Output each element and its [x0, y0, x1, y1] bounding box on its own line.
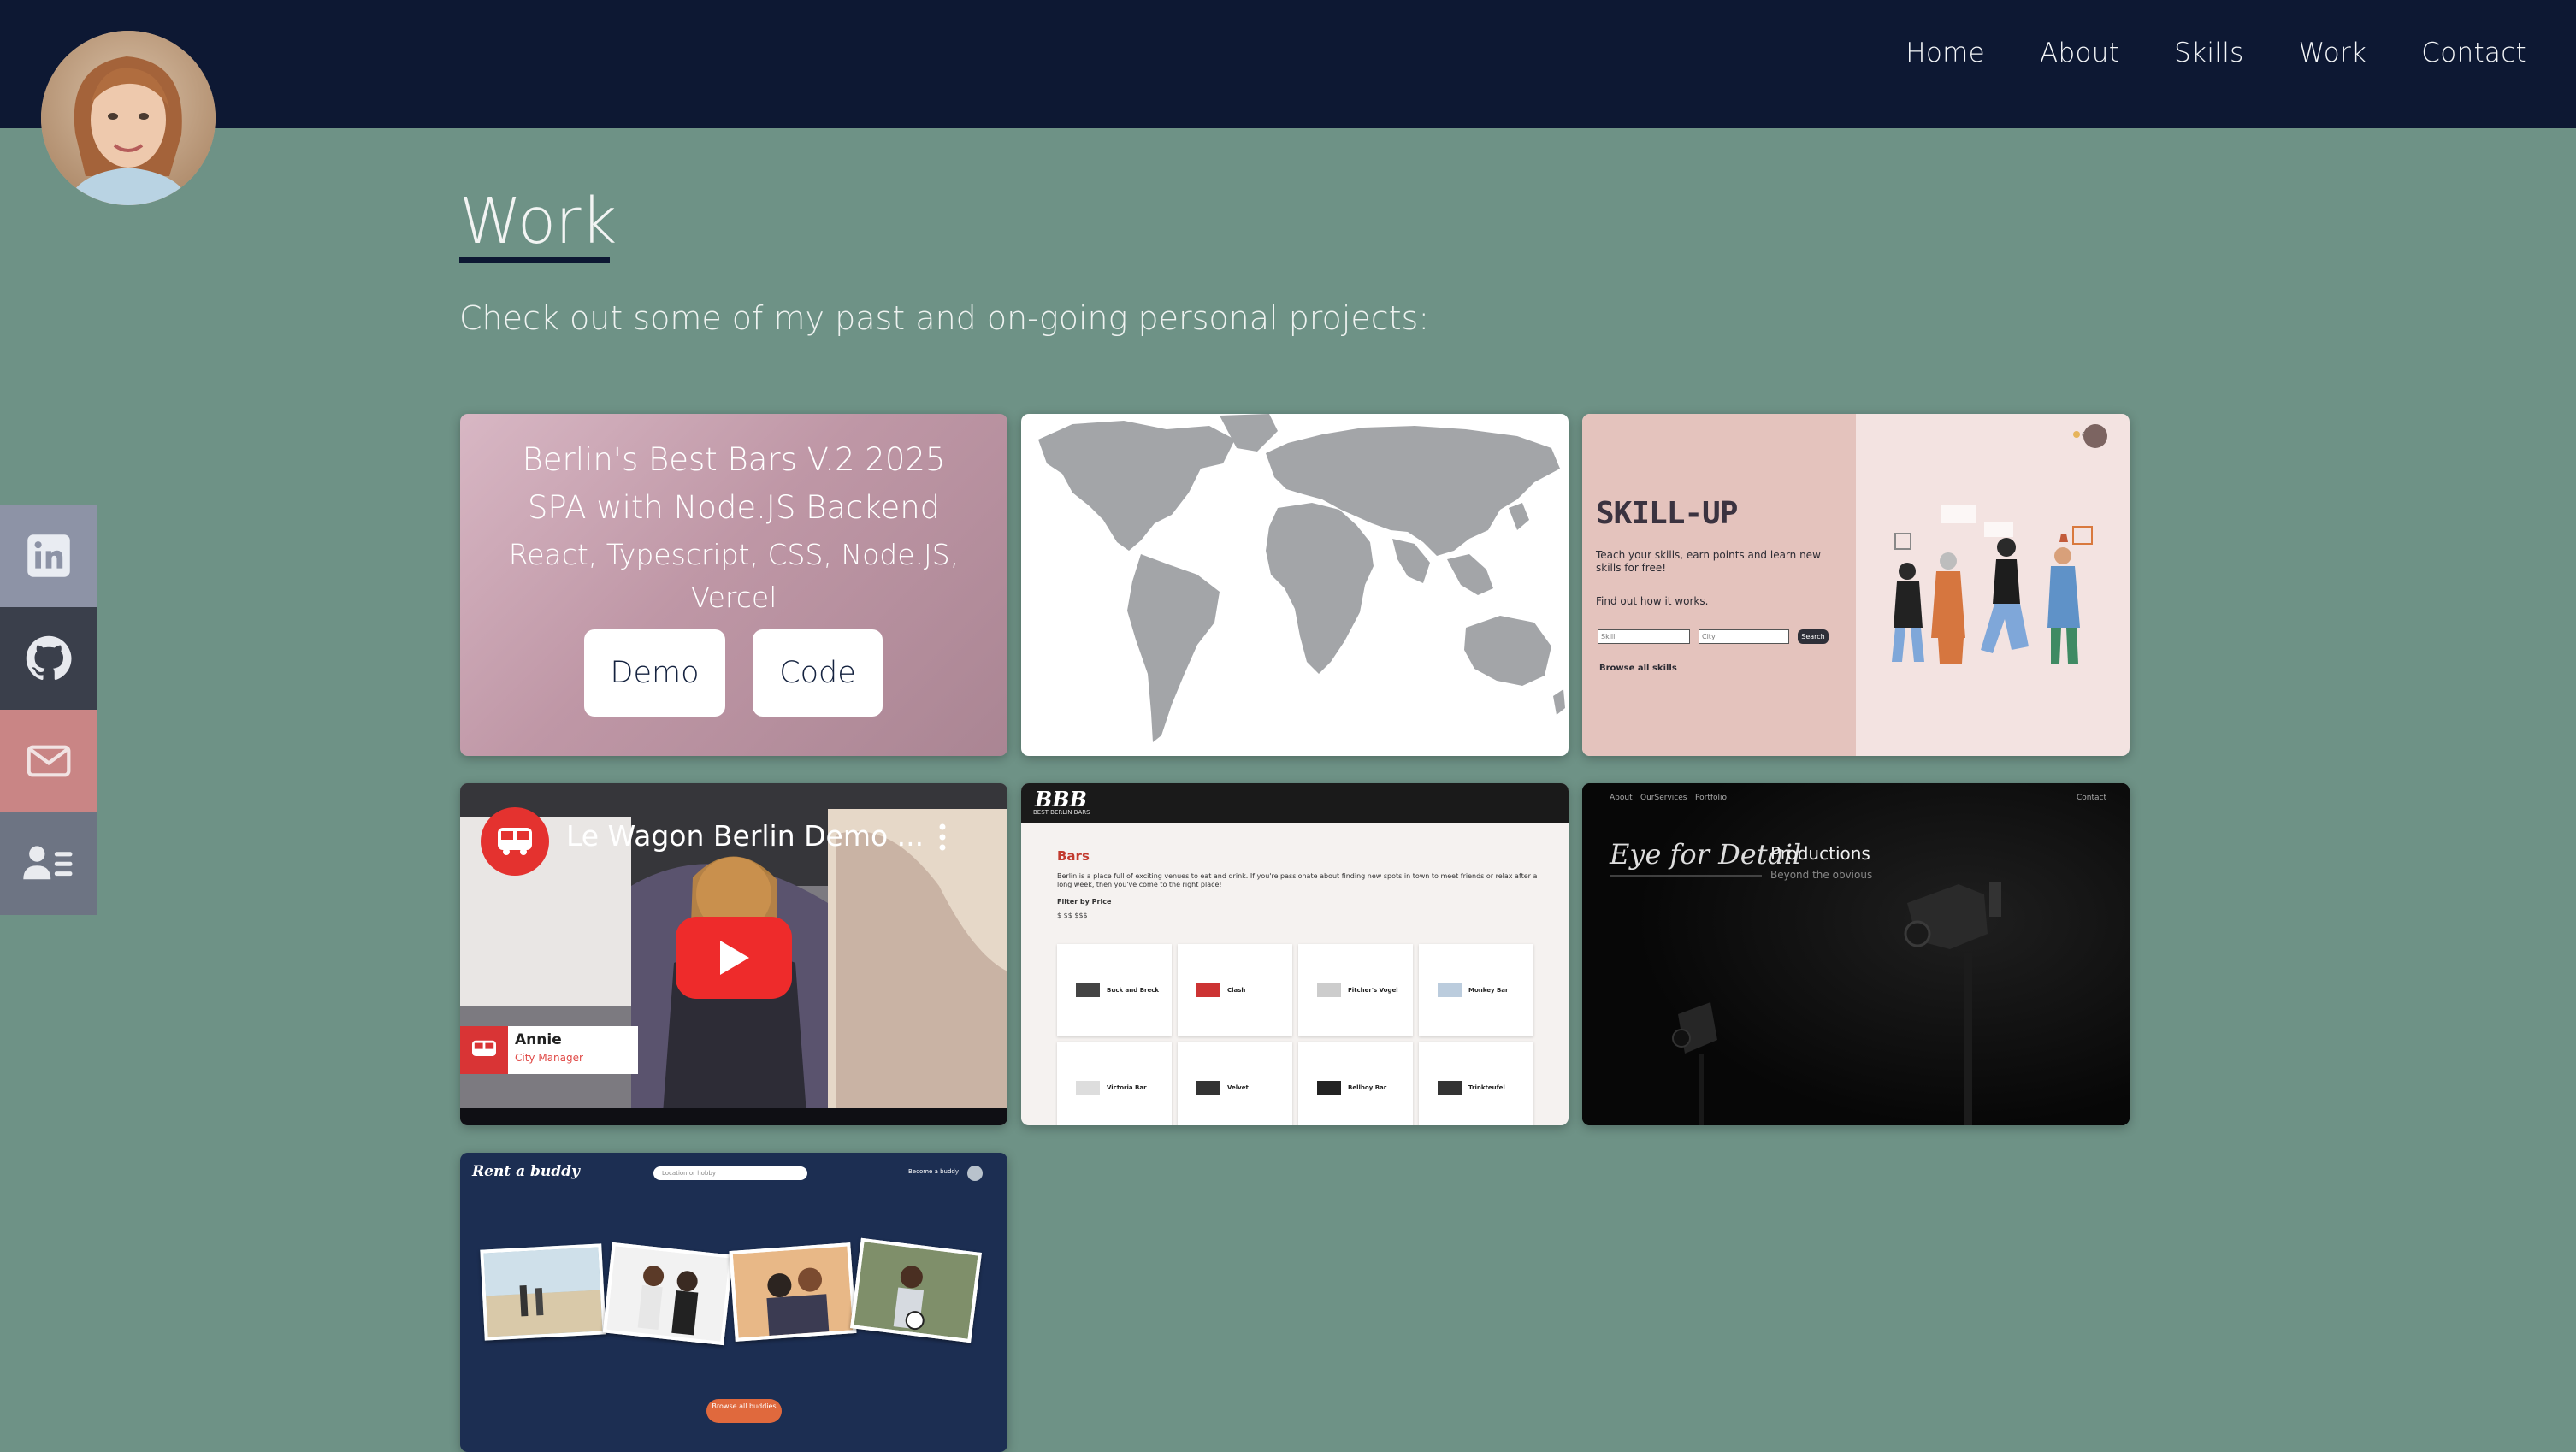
- bars-header: BBB BEST BERLIN BARS: [1021, 783, 1569, 823]
- buddy-photo: [602, 1242, 734, 1346]
- bars-description: Berlin is a place full of exciting venue…: [1057, 872, 1538, 888]
- avatar-photo: [41, 31, 216, 205]
- camera-photo: [1582, 783, 2130, 1125]
- bar-tile: Velvet: [1178, 1042, 1292, 1125]
- linkedin-link[interactable]: [0, 505, 97, 607]
- bar-tile: Victoria Bar: [1057, 1042, 1172, 1125]
- project-card-world-map[interactable]: [1021, 414, 1569, 756]
- speaker-role: City Manager: [515, 1052, 583, 1064]
- bars-filter-label: Filter by Price: [1057, 898, 1112, 906]
- more-options-icon[interactable]: [939, 823, 946, 852]
- eye-nav-portfolio: Portfolio: [1695, 794, 1728, 802]
- email-icon: [27, 745, 71, 777]
- project-card-bars-list[interactable]: BBB BEST BERLIN BARS Bars Berlin is a pl…: [1021, 783, 1569, 1125]
- project-title: Berlin's Best Bars V.2 2025: [522, 441, 946, 478]
- eye-nav-contact: Contact: [2077, 794, 2107, 802]
- contact-card-icon: [23, 846, 73, 880]
- main-nav: Home About Skills Work Contact: [1851, 38, 2526, 68]
- demo-button[interactable]: Demo: [584, 629, 725, 717]
- project-tech: React, Typescript, CSS, Node.JS, Vercel: [508, 538, 960, 614]
- world-map-image: [1038, 414, 1565, 742]
- user-avatar-icon: [967, 1166, 983, 1181]
- linkedin-icon: [27, 534, 70, 577]
- code-button[interactable]: Code: [753, 629, 883, 717]
- play-button[interactable]: [676, 917, 792, 999]
- github-link[interactable]: [0, 607, 97, 710]
- skill-up-illustration: [1892, 424, 2107, 664]
- eye-subtitle: Beyond the obvious: [1770, 869, 1873, 881]
- bar-tile: Bellboy Bar: [1298, 1042, 1413, 1125]
- bbb-logo: BBB: [1035, 787, 1087, 812]
- bus-icon: [498, 828, 532, 855]
- play-icon: [720, 941, 749, 975]
- title-underline: [459, 257, 610, 263]
- buddy-search-input: Location or hobby: [653, 1166, 807, 1180]
- project-card-skill-up[interactable]: SKILL-UP Teach your skills, earn points …: [1582, 414, 2130, 756]
- bar-tile: Clash: [1178, 944, 1292, 1036]
- bus-badge-icon: [460, 1026, 508, 1074]
- bar-tile: Buck and Breck: [1057, 944, 1172, 1036]
- bar-tile: Fitcher's Vogel: [1298, 944, 1413, 1036]
- eye-nav-services: OurServices: [1640, 794, 1687, 802]
- top-nav-bar: Home About Skills Work Contact: [0, 0, 2576, 128]
- bbb-logo-sub: BEST BERLIN BARS: [1033, 809, 1090, 816]
- bar-tile: Monkey Bar: [1419, 944, 1533, 1036]
- project-card-eye-for-detail[interactable]: About OurServices Portfolio Contact Eye …: [1582, 783, 2130, 1125]
- project-card-rent-a-buddy[interactable]: Rent a buddy Location or hobby Become a …: [460, 1153, 1007, 1452]
- contact-card-link[interactable]: [0, 812, 97, 915]
- buddy-photo: [480, 1243, 606, 1341]
- intro-text: Check out some of my past and on-going p…: [459, 299, 1430, 337]
- buddy-photo: [729, 1242, 857, 1342]
- eye-nav-about: About: [1610, 794, 1633, 802]
- project-subtitle: SPA with Node.JS Backend: [527, 489, 941, 526]
- rent-a-buddy-logo: Rent a buddy: [472, 1163, 580, 1180]
- nav-skills[interactable]: Skills: [2174, 38, 2243, 68]
- page-title: Work: [459, 185, 617, 258]
- project-card-video[interactable]: Le Wagon Berlin Demo ... Annie City Mana…: [460, 783, 1007, 1125]
- name-lower-third: Annie City Manager: [460, 1026, 638, 1074]
- nav-about[interactable]: About: [2040, 38, 2119, 68]
- browse-buddies-button: Browse all buddies: [706, 1399, 782, 1423]
- speaker-name: Annie: [515, 1031, 562, 1048]
- nav-contact[interactable]: Contact: [2421, 38, 2526, 68]
- become-buddy-link: Become a buddy: [908, 1168, 960, 1175]
- nav-work[interactable]: Work: [2299, 38, 2367, 68]
- bars-heading: Bars: [1057, 848, 1090, 864]
- bars-price-filters: $ $$ $$$: [1057, 912, 1088, 919]
- eye-productions: Productions: [1770, 843, 1870, 864]
- video-title[interactable]: Le Wagon Berlin Demo ...: [566, 819, 924, 853]
- nav-home[interactable]: Home: [1905, 38, 1985, 68]
- channel-avatar[interactable]: [481, 807, 549, 876]
- email-link[interactable]: [0, 710, 97, 812]
- social-sidebar: [0, 505, 97, 915]
- project-card-berlin-bars[interactable]: Berlin's Best Bars V.2 2025 SPA with Nod…: [460, 414, 1007, 756]
- buddy-photo: [850, 1237, 982, 1343]
- bar-tile: Trinkteufel: [1419, 1042, 1533, 1125]
- github-icon: [26, 635, 72, 681]
- avatar[interactable]: [41, 31, 216, 205]
